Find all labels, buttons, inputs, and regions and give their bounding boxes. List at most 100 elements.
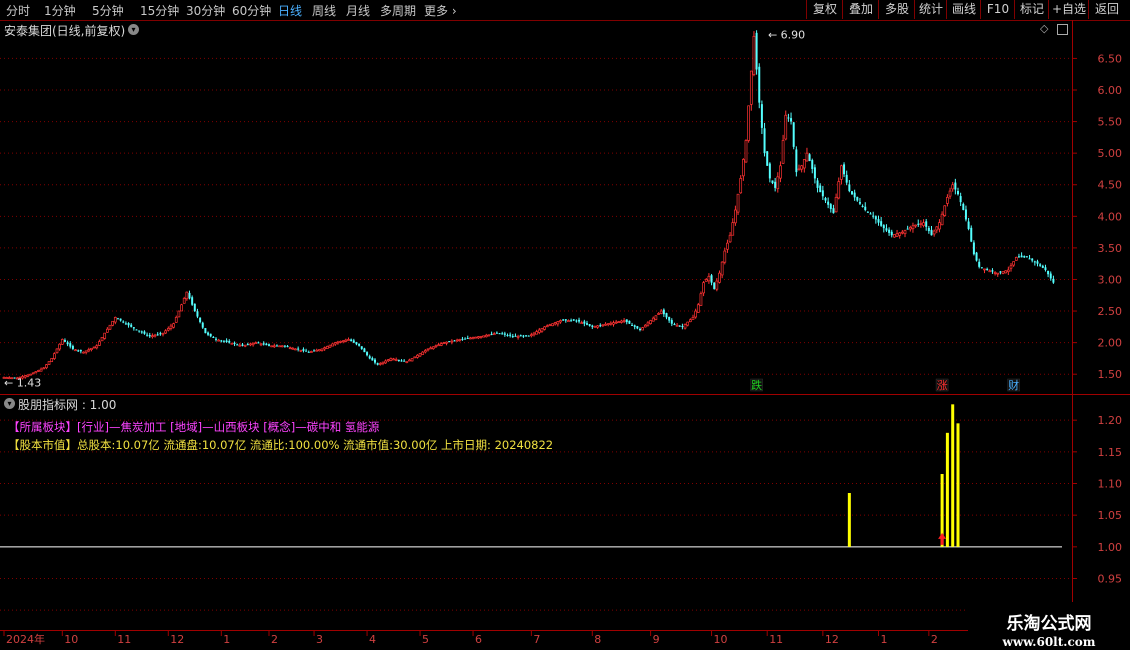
candle-body <box>1009 265 1013 269</box>
watermark-logo: 乐淘公式网 www.60lt.com <box>968 602 1130 650</box>
indicator-bar <box>847 493 851 547</box>
candle-body <box>437 344 440 347</box>
candle-body <box>837 181 841 199</box>
candle-body <box>614 321 618 324</box>
candle-body <box>670 320 673 324</box>
candle-body <box>148 335 151 337</box>
candle-body <box>535 331 539 335</box>
candle-body <box>959 196 962 203</box>
time-tick-label: 3 <box>316 633 323 646</box>
candle-body <box>580 322 584 324</box>
candle-body <box>917 223 920 225</box>
candle-body <box>741 159 745 177</box>
candle-body <box>986 268 989 270</box>
event-markers: 跌涨财 <box>750 378 1020 392</box>
candle-body <box>286 346 289 348</box>
candle-body <box>1049 273 1052 279</box>
candle-body <box>834 197 838 213</box>
candle-body <box>514 335 517 337</box>
candle-body <box>230 342 234 345</box>
candle-body <box>744 140 748 163</box>
candle-body <box>103 332 107 339</box>
candle-body <box>177 310 181 318</box>
candle-body <box>31 372 35 375</box>
candle-body <box>845 174 848 183</box>
candle-body <box>132 327 135 329</box>
candle-body <box>1025 256 1028 258</box>
candle-body <box>978 261 981 267</box>
candle-body <box>583 321 586 324</box>
candle-body <box>358 343 361 346</box>
candle-body <box>87 349 91 352</box>
price-tick-label: 4.00 <box>1098 210 1123 223</box>
candle-body <box>718 272 721 283</box>
candle-body <box>386 359 390 362</box>
candle-body <box>323 347 326 350</box>
candle-body <box>1033 261 1036 263</box>
candle-body <box>169 325 173 329</box>
candle-body <box>182 298 186 304</box>
candle-body <box>683 324 687 329</box>
candle-body <box>572 319 575 321</box>
candle-body <box>140 331 143 333</box>
time-axis: 2024年101112123456789101112123 <box>3 630 980 646</box>
candle-body <box>164 330 167 334</box>
candle-body <box>217 339 220 342</box>
candle-body <box>328 344 332 348</box>
candle-body <box>331 343 334 347</box>
candle-body <box>138 330 141 332</box>
watermark-url: www.60lt.com <box>1002 635 1096 649</box>
candle-body <box>405 361 409 363</box>
candle-body <box>410 358 414 362</box>
candle-body <box>42 367 46 370</box>
candle-body <box>79 350 82 352</box>
candle-body <box>819 185 822 193</box>
candle-body <box>461 338 464 340</box>
candle-body <box>29 373 32 376</box>
candle-body <box>156 334 159 336</box>
candle-body <box>816 180 819 188</box>
candle-body <box>940 213 944 226</box>
candle-body <box>885 228 888 231</box>
candle-body <box>124 323 127 325</box>
candle-body <box>599 325 602 327</box>
candle-body <box>954 182 957 190</box>
candle-body <box>339 341 342 343</box>
candle-body <box>874 216 877 220</box>
candle-body <box>704 279 708 282</box>
candle-body <box>586 323 588 325</box>
candle-body <box>832 208 835 214</box>
candle-body <box>220 340 223 342</box>
price-tick-label: 1.50 <box>1098 368 1123 381</box>
candle-body <box>593 325 597 328</box>
candle-body <box>827 201 830 205</box>
candle-body <box>649 320 652 324</box>
candle-body <box>236 344 239 346</box>
candle-body <box>135 329 138 331</box>
candle-body <box>734 209 737 224</box>
candle-body <box>688 319 692 323</box>
candle-body <box>869 213 872 215</box>
candle-body <box>596 325 599 328</box>
candle-body <box>495 332 498 334</box>
chart-canvas[interactable]: 6.50 6.00 5.50 5.00 4.50 4.00 3.50 3.00 2.50 2.00… <box>0 0 1130 650</box>
time-tick-label: 6 <box>475 633 482 646</box>
candle-body <box>384 360 387 364</box>
candle-body <box>824 198 827 201</box>
candle-body <box>543 326 546 330</box>
candle-body <box>696 304 700 313</box>
candle-body <box>119 318 122 321</box>
candle-body <box>294 348 297 351</box>
candle-body <box>529 334 533 337</box>
candle-body <box>588 324 591 326</box>
candle-body <box>347 339 350 341</box>
candle-body <box>797 168 801 171</box>
candle-body <box>77 350 80 352</box>
candle-body <box>243 344 247 347</box>
candle-body <box>540 328 544 332</box>
candle-body <box>993 272 997 274</box>
candle-body <box>795 149 798 173</box>
candle-body <box>802 159 806 169</box>
candle-body <box>1020 255 1023 258</box>
candle-body <box>498 333 501 335</box>
